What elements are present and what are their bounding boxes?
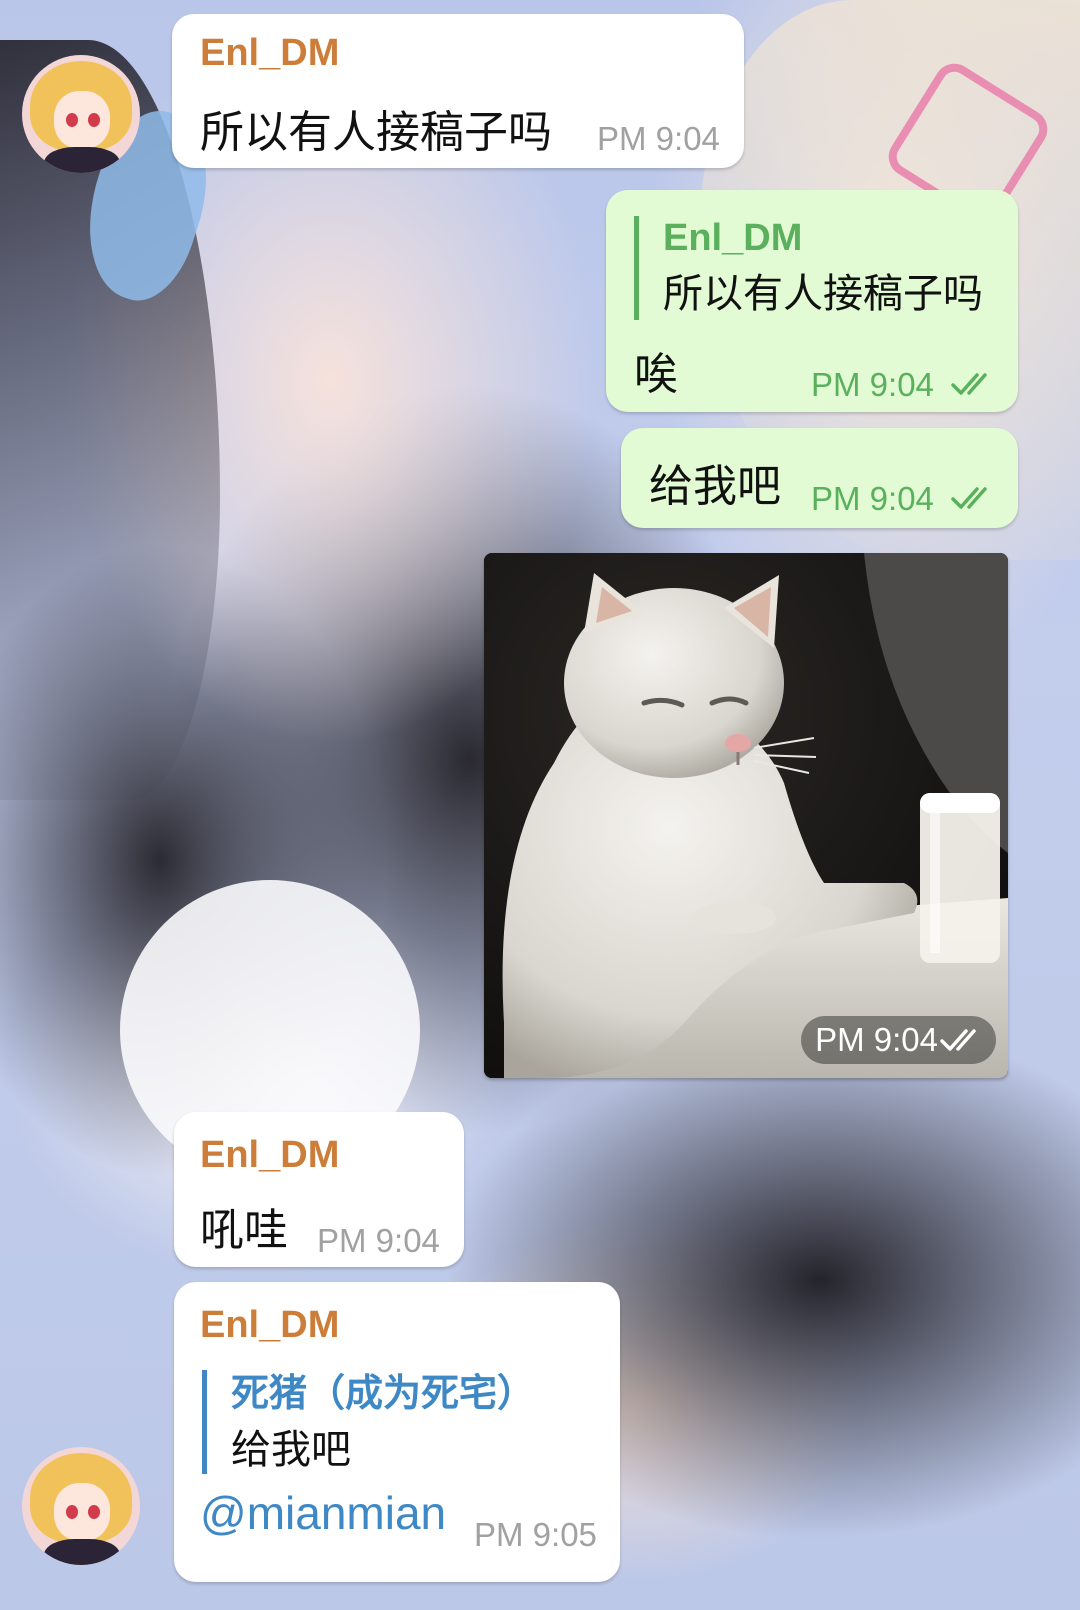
reply-preview[interactable]: 死猪（成为死宅） 给我吧 <box>202 1370 535 1474</box>
message-text: 吼哇 <box>200 1205 288 1256</box>
message-bubble-outgoing[interactable]: 给我吧 PM 9:04 <box>621 428 1018 528</box>
message-bubble-incoming[interactable]: Enl_DM 死猪（成为死宅） 给我吧 @mianmian PM 9:05 <box>174 1282 620 1582</box>
sender-name[interactable]: Enl_DM <box>200 32 339 75</box>
reply-sender: Enl_DM <box>663 217 803 259</box>
reply-preview[interactable]: Enl_DM 所以有人接稿子吗 <box>634 216 983 320</box>
message-bubble-incoming[interactable]: Enl_DM 吼哇 PM 9:04 <box>174 1112 464 1267</box>
sender-name[interactable]: Enl_DM <box>200 1304 339 1347</box>
chat-view[interactable]: Enl_DM 所以有人接稿子吗 PM 9:04 Enl_DM 所以有人接稿子吗 … <box>0 0 1080 1610</box>
reply-text: 所以有人接稿子吗 <box>663 271 983 317</box>
cat-photo[interactable]: PM 9:04 <box>484 553 1008 1078</box>
message-time: PM 9:04 <box>815 1021 938 1058</box>
double-check-icon <box>951 373 987 395</box>
message-time: PM 9:04 <box>597 120 720 157</box>
message-bubble-incoming[interactable]: Enl_DM 所以有人接稿子吗 PM 9:04 <box>172 14 744 168</box>
mention-link[interactable]: @mianmian <box>200 1486 446 1540</box>
sender-name[interactable]: Enl_DM <box>200 1134 339 1177</box>
avatar[interactable] <box>22 55 140 173</box>
reply-sender: 死猪（成为死宅） <box>231 1373 536 1415</box>
message-bubble-outgoing[interactable]: Enl_DM 所以有人接稿子吗 唉 PM 9:04 <box>606 190 1018 412</box>
reply-text: 给我吧 <box>231 1427 351 1473</box>
avatar[interactable] <box>22 1447 140 1565</box>
message-time: PM 9:04 <box>811 366 934 403</box>
double-check-icon <box>940 1029 976 1051</box>
photo-time-badge: PM 9:04 <box>801 1016 996 1064</box>
message-text: 唉 <box>634 349 678 400</box>
message-time: PM 9:04 <box>317 1222 440 1259</box>
message-text: 所以有人接稿子吗 <box>200 107 552 158</box>
message-text: 给我吧 <box>649 461 781 512</box>
cat-photo-image <box>484 553 1008 1078</box>
message-time: PM 9:04 <box>811 480 934 517</box>
double-check-icon <box>951 487 987 509</box>
message-time: PM 9:05 <box>474 1516 597 1553</box>
